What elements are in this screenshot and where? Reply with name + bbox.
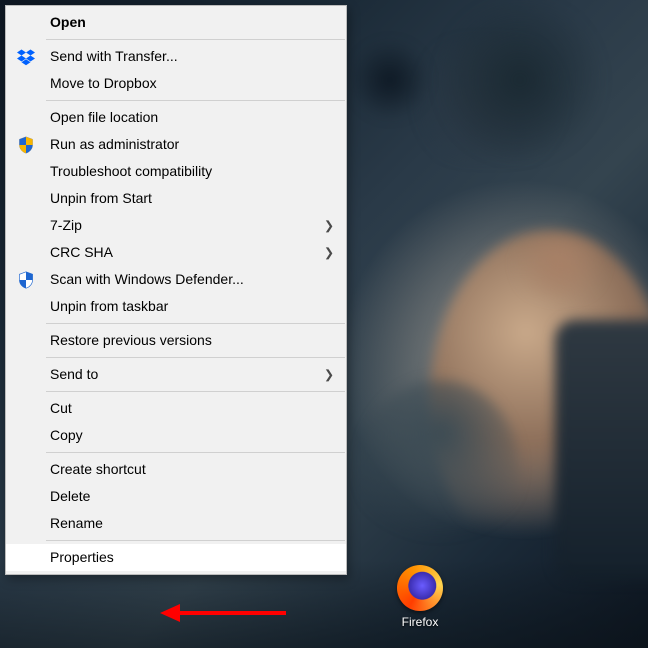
desktop-icon-label: Firefox [382,615,458,629]
menu-separator [46,357,345,358]
menu-item-move-to-dropbox[interactable]: Move to Dropbox [6,70,346,97]
menu-item-label: Rename [50,515,103,531]
menu-item-label: Delete [50,488,90,504]
menu-item-label: 7-Zip [50,217,82,233]
menu-separator [46,452,345,453]
dropbox-icon [17,48,35,66]
menu-item-properties[interactable]: Properties [6,544,346,571]
menu-item-unpin-from-start[interactable]: Unpin from Start [6,185,346,212]
menu-separator [46,323,345,324]
chevron-right-icon: ❯ [324,239,334,266]
menu-item-send-to[interactable]: Send to ❯ [6,361,346,388]
menu-item-label: Send to [50,366,98,382]
menu-separator [46,39,345,40]
menu-item-label: Properties [50,549,114,565]
menu-item-restore-previous-versions[interactable]: Restore previous versions [6,327,346,354]
wallpaper-shape [350,40,430,120]
menu-separator [46,100,345,101]
menu-separator [46,540,345,541]
menu-item-label: CRC SHA [50,244,113,260]
menu-item-rename[interactable]: Rename [6,510,346,537]
menu-item-label: Send with Transfer... [50,48,178,64]
menu-item-label: Restore previous versions [50,332,212,348]
desktop-wallpaper: Firefox Open Send with Transfer... Move … [0,0,648,648]
menu-item-open-file-location[interactable]: Open file location [6,104,346,131]
menu-item-crc-sha[interactable]: CRC SHA ❯ [6,239,346,266]
menu-item-delete[interactable]: Delete [6,483,346,510]
menu-item-label: Run as administrator [50,136,179,152]
menu-item-unpin-from-taskbar[interactable]: Unpin from taskbar [6,293,346,320]
firefox-icon [397,565,443,611]
menu-separator [46,391,345,392]
wallpaper-shape [430,0,610,160]
menu-item-scan-with-defender[interactable]: Scan with Windows Defender... [6,266,346,293]
menu-item-label: Create shortcut [50,461,146,477]
menu-item-troubleshoot-compatibility[interactable]: Troubleshoot compatibility [6,158,346,185]
menu-item-send-with-transfer[interactable]: Send with Transfer... [6,43,346,70]
menu-item-open[interactable]: Open [6,9,346,36]
menu-item-7zip[interactable]: 7-Zip ❯ [6,212,346,239]
menu-item-label: Unpin from Start [50,190,152,206]
uac-shield-icon [17,136,35,154]
menu-item-run-as-administrator[interactable]: Run as administrator [6,131,346,158]
menu-item-create-shortcut[interactable]: Create shortcut [6,456,346,483]
menu-item-cut[interactable]: Cut [6,395,346,422]
menu-item-label: Cut [50,400,72,416]
menu-item-copy[interactable]: Copy [6,422,346,449]
menu-item-label: Copy [50,427,83,443]
wallpaper-shape [510,238,610,298]
menu-item-label: Scan with Windows Defender... [50,271,244,287]
wallpaper-shape [360,380,520,560]
menu-item-label: Unpin from taskbar [50,298,168,314]
chevron-right-icon: ❯ [324,361,334,388]
defender-shield-icon [17,271,35,289]
menu-item-label: Open file location [50,109,158,125]
desktop-icon-firefox[interactable]: Firefox [382,565,458,629]
menu-item-label: Move to Dropbox [50,75,157,91]
chevron-right-icon: ❯ [324,212,334,239]
context-menu: Open Send with Transfer... Move to Dropb… [5,5,347,575]
menu-item-label: Troubleshoot compatibility [50,163,212,179]
menu-item-label: Open [50,14,86,30]
wallpaper-shape [555,320,648,580]
